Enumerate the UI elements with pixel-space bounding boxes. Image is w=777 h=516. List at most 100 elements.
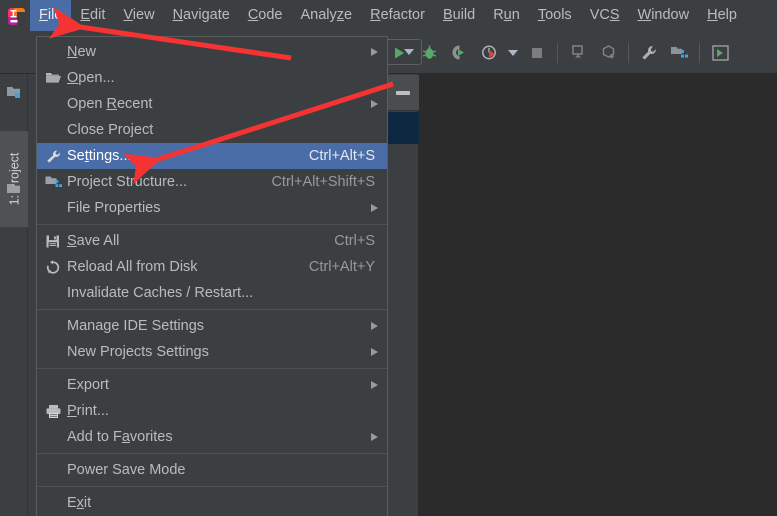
menu-item-print[interactable]: Print...	[37, 398, 387, 424]
submenu-arrow-icon	[371, 100, 378, 108]
editor-area[interactable]	[419, 74, 777, 516]
file-menu-dropdown[interactable]: New Open... Open Recent Close Project Settin…	[36, 36, 388, 516]
menu-item-label: Manage IDE Settings	[67, 318, 205, 334]
menubar-item-label: Run	[493, 7, 520, 23]
save-all-icon	[43, 228, 63, 254]
menubar-item-label: Refactor	[370, 7, 425, 23]
commit-icon[interactable]	[593, 31, 623, 74]
menu-item-accelerator: Ctrl+S	[334, 233, 375, 249]
toolbar-separator	[699, 42, 700, 63]
menu-item-new[interactable]: New	[37, 39, 387, 65]
menu-separator	[37, 368, 387, 369]
menubar-item-window[interactable]: Window	[629, 0, 699, 31]
menubar-item-analyze[interactable]: Analyze	[292, 0, 362, 31]
menubar-item-run[interactable]: Run	[484, 0, 529, 31]
open-folder-icon	[43, 65, 63, 91]
menu-item-accelerator: Ctrl+Alt+S	[308, 148, 375, 164]
menu-item-icon-slot	[43, 457, 63, 483]
run-with-coverage-icon[interactable]	[444, 31, 474, 74]
menu-item-power-save-mode[interactable]: Power Save Mode	[37, 457, 387, 483]
menubar-item-label: Edit	[80, 7, 106, 23]
menu-item-icon-slot	[43, 490, 63, 516]
menubar-item-tools[interactable]: Tools	[529, 0, 581, 31]
menubar-item-refactor[interactable]: Refactor	[361, 0, 434, 31]
menu-item-icon-slot	[43, 313, 63, 339]
menubar-item-label: File	[39, 7, 63, 23]
print-icon	[43, 398, 63, 424]
search-everywhere-glyph	[711, 44, 729, 61]
menubar-item-code[interactable]: Code	[239, 0, 292, 31]
menubar-item-build[interactable]: Build	[434, 0, 484, 31]
intellij-idea-logo	[0, 0, 30, 31]
menu-item-project-structure[interactable]: Project Structure... Ctrl+Alt+Shift+S	[37, 169, 387, 195]
menubar-item-edit[interactable]: Edit	[71, 0, 114, 31]
menu-item-icon-slot	[43, 424, 63, 450]
menu-item-manage-ide-settings[interactable]: Manage IDE Settings	[37, 313, 387, 339]
menu-item-accelerator: Ctrl+Alt+Shift+S	[271, 174, 375, 190]
submenu-arrow-icon	[371, 433, 378, 441]
reload-icon-glyph	[46, 259, 59, 274]
minimize-icon[interactable]	[395, 90, 410, 95]
profiler-glyph	[481, 45, 496, 60]
toolbar-separator	[557, 42, 558, 63]
selected-tree-row[interactable]	[386, 112, 419, 144]
menu-item-label: Close Project	[67, 122, 154, 138]
menubar-item-file[interactable]: File	[30, 0, 72, 31]
menu-item-label: Export	[67, 377, 109, 393]
menu-item-close-project[interactable]: Close Project	[37, 117, 387, 143]
menu-bar: File Edit View Navigate Code Analyze Refactor B…	[0, 0, 777, 31]
menu-item-open-recent[interactable]: Open Recent	[37, 91, 387, 117]
submenu-arrow-icon	[371, 348, 378, 356]
menubar-item-view[interactable]: View	[114, 0, 163, 31]
search-everywhere-icon[interactable]	[705, 31, 735, 74]
menu-item-file-properties[interactable]: File Properties	[37, 195, 387, 221]
stop-glyph	[532, 47, 542, 58]
menu-item-exit[interactable]: Exit	[37, 490, 387, 516]
menubar-item-navigate[interactable]: Navigate	[164, 0, 239, 31]
menu-item-settings[interactable]: Settings... Ctrl+Alt+S	[37, 143, 387, 169]
menu-item-icon-slot	[43, 339, 63, 365]
menubar-item-label: VCS	[589, 7, 620, 23]
debug-icon[interactable]	[414, 31, 444, 74]
menu-item-add-to-favorites[interactable]: Add to Favorites	[37, 424, 387, 450]
run-glyph	[395, 47, 404, 58]
menubar-item-vcs[interactable]: VCS	[581, 0, 629, 31]
menubar-item-label: Help	[707, 7, 737, 23]
update-project-icon[interactable]	[563, 31, 593, 74]
project-structure-icon[interactable]	[664, 31, 694, 74]
menu-item-label: Project Structure...	[67, 174, 188, 190]
profile-dropdown-icon[interactable]	[504, 31, 522, 74]
coverage-glyph	[452, 45, 464, 60]
favorites-folder-glyph	[6, 184, 20, 193]
project-folder-icon[interactable]	[0, 79, 28, 105]
project-structure-icon	[43, 169, 63, 195]
menu-item-save-all[interactable]: Save All Ctrl+S	[37, 228, 387, 254]
menubar-item-label: Tools	[537, 7, 572, 23]
menu-item-label: Save All	[67, 233, 120, 249]
menu-item-icon-slot	[43, 91, 63, 117]
menubar-item-help[interactable]: Help	[698, 0, 746, 31]
menu-item-export[interactable]: Export	[37, 372, 387, 398]
menu-item-icon-slot	[43, 280, 63, 306]
favorites-folder-icon[interactable]	[0, 176, 28, 202]
stop-icon[interactable]	[522, 31, 552, 74]
run-icon[interactable]	[384, 31, 414, 74]
menu-item-label: Print...	[67, 403, 109, 419]
toolbar-separator	[628, 42, 629, 63]
menu-item-invalidate-caches-restart[interactable]: Invalidate Caches / Restart...	[37, 280, 387, 306]
submenu-arrow-icon	[371, 322, 378, 330]
menu-item-reload-all-from-disk[interactable]: Reload All from Disk Ctrl+Alt+Y	[37, 254, 387, 280]
submenu-arrow-icon	[371, 204, 378, 212]
menubar-item-label: Window	[637, 7, 690, 23]
menu-item-new-projects-settings[interactable]: New Projects Settings	[37, 339, 387, 365]
settings-wrench-icon[interactable]	[634, 31, 664, 74]
settings-wrench-icon-glyph	[46, 149, 60, 163]
menu-item-label: Exit	[67, 495, 92, 511]
profile-icon[interactable]	[474, 31, 504, 74]
menu-item-open[interactable]: Open...	[37, 65, 387, 91]
project-structure-glyph	[671, 47, 688, 58]
menu-separator	[37, 453, 387, 454]
menu-item-label: Power Save Mode	[67, 462, 186, 478]
menu-item-label: Invalidate Caches / Restart...	[67, 285, 254, 301]
left-tool-stripe[interactable]: 1: Project	[0, 31, 28, 516]
